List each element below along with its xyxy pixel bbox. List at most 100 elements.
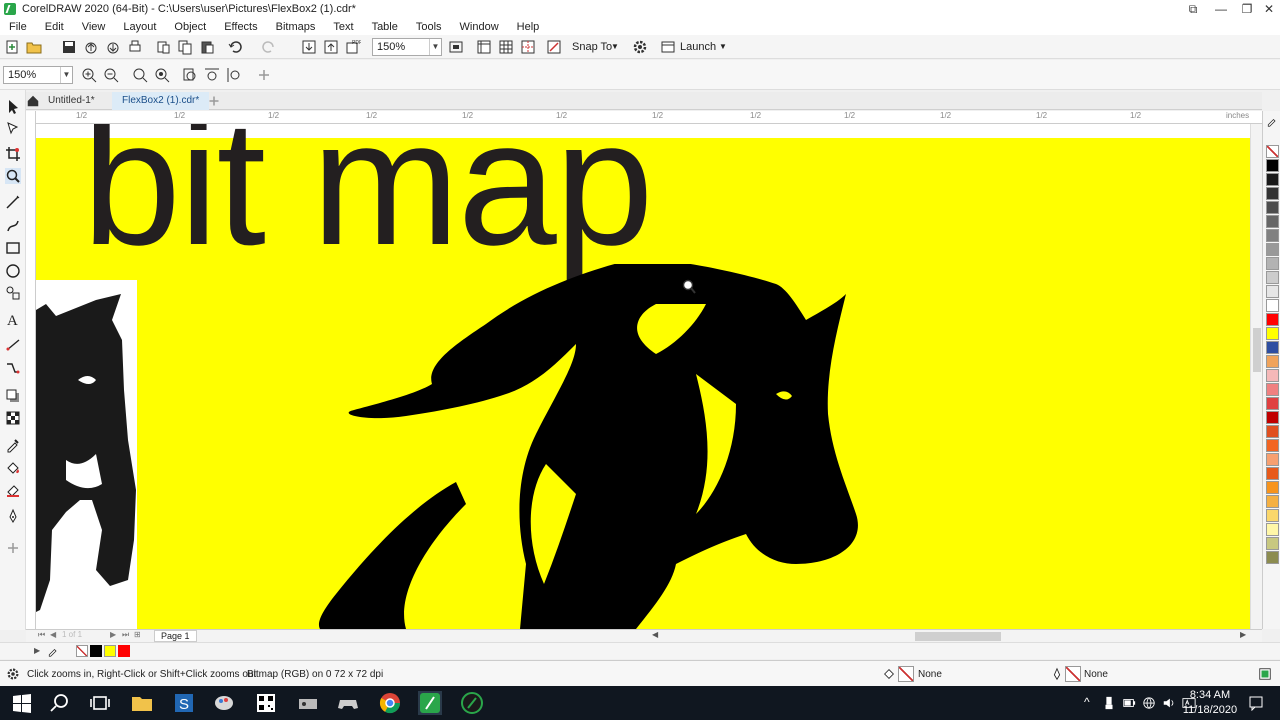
swatch-amber[interactable] bbox=[1266, 481, 1279, 494]
show-rulers-icon[interactable] bbox=[476, 39, 492, 55]
menu-table[interactable]: Table bbox=[363, 21, 407, 33]
doc-swatch-yellow[interactable] bbox=[104, 645, 116, 657]
drop-shadow-tool-icon[interactable] bbox=[5, 388, 21, 404]
redo-icon[interactable] bbox=[261, 39, 277, 55]
smart-fill-icon[interactable] bbox=[5, 482, 21, 498]
paste-icon[interactable] bbox=[199, 39, 215, 55]
menu-view[interactable]: View bbox=[73, 21, 115, 33]
zoom-to-page-icon[interactable] bbox=[182, 67, 198, 83]
interactive-fill-icon[interactable] bbox=[5, 460, 21, 476]
menu-text[interactable]: Text bbox=[324, 21, 362, 33]
swatch-gray-80[interactable] bbox=[1266, 187, 1279, 200]
close-button[interactable]: ✕ bbox=[1256, 0, 1280, 18]
swatch-red-dark[interactable] bbox=[1266, 411, 1279, 424]
minimize-button[interactable]: — bbox=[1208, 0, 1234, 18]
swatch-olive[interactable] bbox=[1266, 551, 1279, 564]
swatch-none[interactable] bbox=[1266, 145, 1279, 158]
menu-tools[interactable]: Tools bbox=[407, 21, 451, 33]
drawing-canvas[interactable]: bit map bbox=[36, 124, 1250, 629]
doc-swatch-none[interactable] bbox=[76, 645, 88, 657]
new-tab-icon[interactable] bbox=[208, 95, 220, 107]
swatch-orange-red[interactable] bbox=[1266, 425, 1279, 438]
show-grid-icon[interactable] bbox=[498, 39, 514, 55]
vertical-ruler[interactable] bbox=[26, 111, 36, 629]
cloud-upload-icon[interactable] bbox=[83, 39, 99, 55]
zoom-in-icon[interactable] bbox=[81, 67, 97, 83]
outline-color-indicator[interactable] bbox=[1065, 666, 1081, 682]
publish-pdf-icon[interactable]: PDF bbox=[345, 39, 361, 55]
swatch-gray-90[interactable] bbox=[1266, 173, 1279, 186]
chevron-down-icon[interactable]: ▼ bbox=[611, 42, 619, 51]
add-tool-icon[interactable] bbox=[5, 540, 21, 556]
tab-flexbox2[interactable]: FlexBox2 (1).cdr* bbox=[112, 92, 210, 110]
show-guidelines-icon[interactable] bbox=[520, 39, 536, 55]
doc-swatch-red[interactable] bbox=[118, 645, 130, 657]
palette-menu-arrow-icon[interactable]: ▶ bbox=[34, 646, 40, 655]
swatch-blue[interactable] bbox=[1266, 341, 1279, 354]
swatch-gray-50[interactable] bbox=[1266, 229, 1279, 242]
crop-tool-icon[interactable] bbox=[5, 146, 21, 162]
coreldraw-taskbar-icon[interactable] bbox=[418, 691, 442, 715]
options-gear-icon[interactable] bbox=[632, 39, 648, 55]
freehand-tool-icon[interactable] bbox=[5, 194, 21, 210]
swatch-gray-30[interactable] bbox=[1266, 257, 1279, 270]
swatch-gold[interactable] bbox=[1266, 495, 1279, 508]
horizontal-ruler[interactable]: 1/2 1/2 1/2 1/2 1/2 1/2 1/2 1/2 1/2 1/2 … bbox=[36, 111, 1262, 124]
artistic-media-tool-icon[interactable] bbox=[5, 218, 21, 234]
zoom-to-page-height-icon[interactable] bbox=[226, 67, 242, 83]
add-page-icon[interactable]: ⊞ bbox=[134, 630, 141, 639]
first-page-icon[interactable]: ⏮ bbox=[38, 630, 45, 640]
menu-object[interactable]: Object bbox=[165, 21, 215, 33]
volume-icon[interactable] bbox=[1162, 696, 1176, 710]
open-folder-icon[interactable] bbox=[26, 39, 42, 55]
import-icon[interactable] bbox=[301, 39, 317, 55]
jumping-horse-bitmap[interactable] bbox=[276, 264, 876, 629]
swatch-pink-light[interactable] bbox=[1266, 369, 1279, 382]
menu-layout[interactable]: Layout bbox=[114, 21, 165, 33]
last-page-icon[interactable]: ⏭ bbox=[122, 630, 129, 640]
menu-help[interactable]: Help bbox=[508, 21, 549, 33]
full-screen-icon[interactable] bbox=[448, 39, 464, 55]
copy-icon[interactable] bbox=[177, 39, 193, 55]
rectangle-tool-icon[interactable] bbox=[5, 240, 21, 256]
swatch-burnt-orange[interactable] bbox=[1266, 467, 1279, 480]
page-tab-1[interactable]: Page 1 bbox=[154, 630, 197, 642]
cut-icon[interactable] bbox=[155, 39, 171, 55]
zoom-to-selected-icon[interactable] bbox=[132, 67, 148, 83]
clock-time[interactable]: 8:34 AM bbox=[1180, 689, 1240, 701]
transparency-tool-icon[interactable] bbox=[5, 410, 21, 426]
zoom-tool-icon[interactable] bbox=[5, 168, 21, 184]
shape-tool-icon[interactable] bbox=[5, 120, 21, 136]
swatch-gray-10[interactable] bbox=[1266, 285, 1279, 298]
file-explorer-icon[interactable] bbox=[130, 691, 154, 715]
search-icon[interactable] bbox=[48, 691, 72, 715]
swatch-gray-60[interactable] bbox=[1266, 215, 1279, 228]
swatch-gray-20[interactable] bbox=[1266, 271, 1279, 284]
swatch-yellow[interactable] bbox=[1266, 327, 1279, 340]
swatch-red[interactable] bbox=[1266, 313, 1279, 326]
scroll-right-icon[interactable]: ▶ bbox=[1240, 630, 1246, 639]
menu-bitmaps[interactable]: Bitmaps bbox=[267, 21, 325, 33]
swatch-orange[interactable] bbox=[1266, 439, 1279, 452]
corel-photo-icon[interactable] bbox=[460, 691, 484, 715]
tab-untitled-1[interactable]: Untitled-1* bbox=[38, 92, 105, 110]
swatch-pale-yellow[interactable] bbox=[1266, 509, 1279, 522]
swatch-orange-light[interactable] bbox=[1266, 355, 1279, 368]
swatch-red-light[interactable] bbox=[1266, 397, 1279, 410]
vertical-scroll-thumb[interactable] bbox=[1253, 328, 1261, 372]
outline-pen-icon[interactable] bbox=[5, 508, 21, 524]
doc-swatch-black[interactable] bbox=[90, 645, 102, 657]
color-eyedropper-icon[interactable] bbox=[5, 437, 21, 453]
launch-app-icon[interactable] bbox=[660, 39, 676, 55]
snap-to-dropdown[interactable]: Snap To bbox=[572, 41, 612, 53]
share-icon[interactable]: ⧉ bbox=[1180, 0, 1206, 18]
connector-tool-icon[interactable] bbox=[5, 360, 21, 376]
horizontal-scroll-thumb[interactable] bbox=[915, 632, 1001, 641]
bitmap-headline-text[interactable]: bit map bbox=[82, 124, 654, 272]
vertical-scrollbar[interactable] bbox=[1250, 124, 1262, 629]
show-hidden-icons-icon[interactable]: ^ bbox=[1084, 695, 1090, 709]
add-preset-icon[interactable] bbox=[256, 67, 272, 83]
palette-eyedropper-icon[interactable] bbox=[1266, 115, 1278, 127]
previous-page-icon[interactable]: ◀ bbox=[50, 630, 56, 639]
save-icon[interactable] bbox=[61, 39, 77, 55]
